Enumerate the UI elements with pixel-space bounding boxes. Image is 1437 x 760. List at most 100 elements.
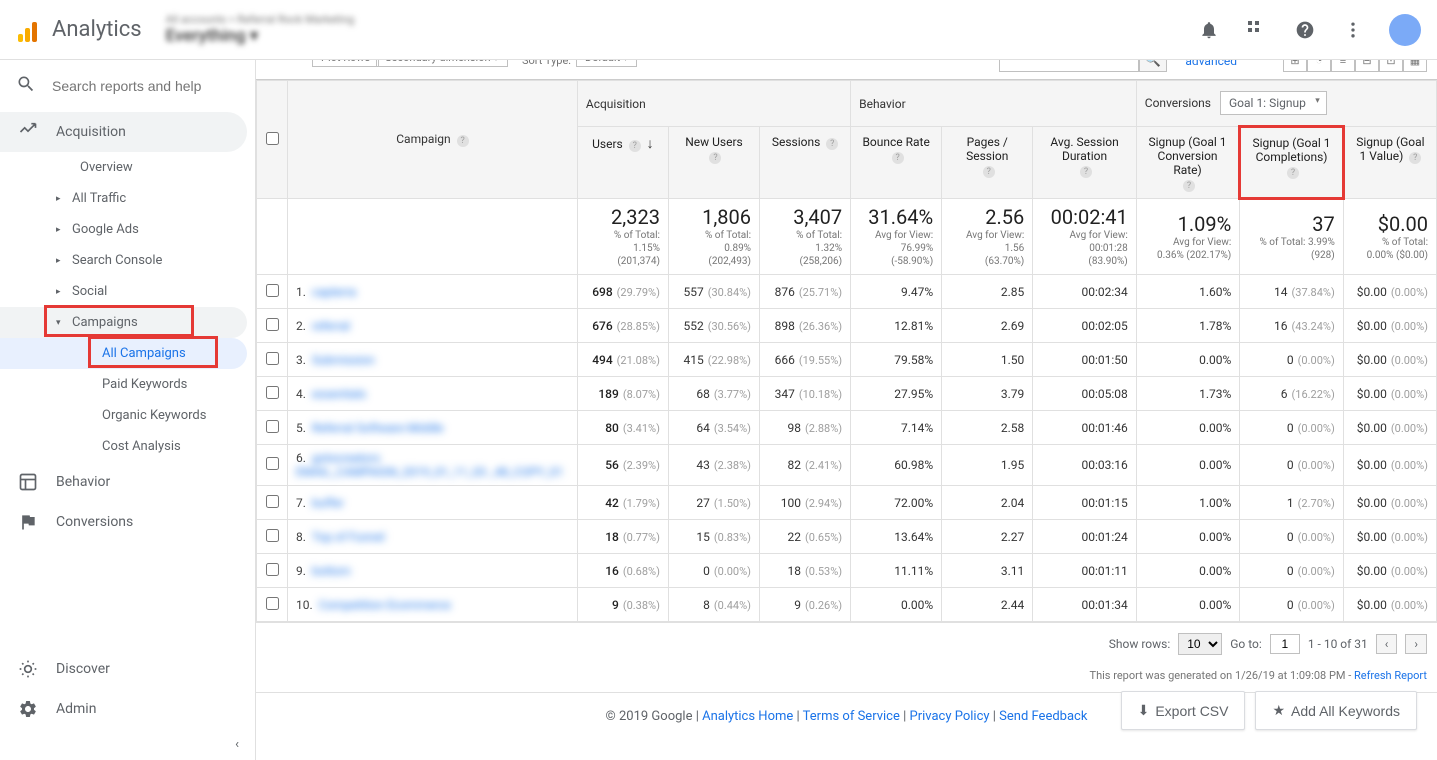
footer-analytics-home[interactable]: Analytics Home (702, 709, 793, 724)
campaign-name[interactable]: referral (312, 319, 350, 333)
table-row[interactable]: 6. gotocreators EMAIL_CAMPAIGN_2019_01_1… (257, 445, 1437, 486)
next-page-button[interactable]: › (1405, 634, 1427, 654)
totals-row: 2,323% of Total:1.15%(201,374) 1,806% of… (257, 199, 1437, 275)
table-row[interactable]: 8. Top of Funnel 18(0.77%) 15(0.83%) 22(… (257, 520, 1437, 554)
nav-search-console[interactable]: Search Console (0, 245, 255, 276)
campaign-name[interactable]: capterra (312, 285, 356, 299)
row-checkbox[interactable] (266, 457, 279, 470)
campaign-name[interactable]: Referral Software Middle (312, 421, 444, 435)
view-comparison-icon[interactable]: ⊟ (1355, 60, 1379, 72)
search-icon (16, 74, 36, 98)
col-avg-duration[interactable]: Avg. Session Duration? (1033, 127, 1137, 199)
nav-paid-keywords[interactable]: Paid Keywords (0, 369, 255, 400)
table-search[interactable]: 🔍 (999, 60, 1167, 72)
sidebar: Acquisition Overview All Traffic Google … (0, 60, 256, 760)
view-percentage-icon[interactable]: ◔ (1307, 60, 1331, 72)
campaign-name[interactable]: bottom (312, 564, 351, 578)
row-checkbox[interactable] (266, 495, 279, 508)
rows-select[interactable]: 10 (1178, 633, 1222, 655)
conversions-icon (16, 512, 40, 532)
table-row[interactable]: 5. Referral Software Middle 80(3.41%) 64… (257, 411, 1437, 445)
nav-admin[interactable]: Admin (0, 689, 255, 729)
apps-icon[interactable] (1245, 18, 1269, 42)
analytics-logo-icon (16, 18, 40, 42)
report-content: Plot Rows Secondary dimension ▾ Sort Typ… (256, 60, 1437, 760)
user-avatar[interactable] (1389, 14, 1421, 46)
col-bounce-rate[interactable]: Bounce Rate? (851, 127, 942, 199)
plot-rows-button[interactable]: Plot Rows (312, 60, 379, 67)
col-conv-rate[interactable]: Signup (Goal 1 Conversion Rate)? (1136, 127, 1240, 199)
footer-privacy[interactable]: Privacy Policy (910, 709, 990, 724)
nav-discover[interactable]: Discover (0, 649, 255, 689)
campaign-name[interactable]: Top of Funnel (312, 530, 385, 544)
campaign-name[interactable]: buffer (312, 496, 344, 510)
nav-conversions[interactable]: Conversions (0, 502, 255, 542)
search-input[interactable] (52, 78, 239, 94)
footer-tos[interactable]: Terms of Service (803, 709, 900, 724)
campaign-name[interactable]: Competition Ecommerce (319, 598, 451, 612)
table-row[interactable]: 4. essentials 189(8.07%) 68(3.77%) 347(1… (257, 377, 1437, 411)
nav-campaigns[interactable]: Campaigns (0, 307, 247, 338)
export-csv-button[interactable]: ⬇Export CSV (1121, 691, 1246, 730)
col-pages-session[interactable]: Pages / Session? (942, 127, 1033, 199)
footer-feedback[interactable]: Send Feedback (999, 709, 1087, 724)
nav-all-campaigns[interactable]: All Campaigns (0, 338, 247, 369)
table-row[interactable]: 7. buffer 42(1.79%) 27(1.50%) 100(2.94%)… (257, 486, 1437, 520)
table-row[interactable]: 9. bottom 16(0.68%) 0(0.00%) 18(0.53%) 1… (257, 554, 1437, 588)
nav-google-ads[interactable]: Google Ads (0, 214, 255, 245)
goal-selector[interactable]: Goal 1: Signup (1220, 91, 1327, 115)
sort-type-button[interactable]: Default ▾ (576, 60, 637, 67)
nav-all-traffic[interactable]: All Traffic (0, 183, 255, 214)
col-sessions[interactable]: Sessions ? (760, 127, 851, 199)
behavior-group: Behavior (851, 81, 1137, 127)
table-row[interactable]: 3. Submission 494(21.08%) 415(22.98%) 66… (257, 343, 1437, 377)
nav-social[interactable]: Social (0, 276, 255, 307)
campaign-name[interactable]: Submission (312, 353, 375, 367)
campaign-name[interactable]: essentials (312, 387, 366, 401)
conversions-group: Conversions Goal 1: Signup (1136, 81, 1436, 127)
nav-organic-keywords[interactable]: Organic Keywords (0, 400, 255, 431)
notifications-icon[interactable] (1197, 18, 1221, 42)
collapse-sidebar-icon[interactable]: ‹ (0, 729, 255, 760)
row-checkbox[interactable] (266, 386, 279, 399)
view-performance-icon[interactable]: ≡ (1331, 60, 1355, 72)
goto-input[interactable] (1270, 634, 1300, 654)
prev-page-button[interactable]: ‹ (1376, 634, 1398, 654)
discover-icon (16, 659, 40, 679)
account-selector[interactable]: All accounts > Referral Rock Marketing E… (166, 13, 355, 46)
advanced-link[interactable]: advanced (1185, 60, 1237, 68)
row-checkbox[interactable] (266, 318, 279, 331)
table-row[interactable]: 2. referral 676(28.85%) 552(30.56%) 898(… (257, 309, 1437, 343)
campaign-name[interactable]: gotocreators EMAIL_CAMPAIGN_2019_01_11_0… (296, 451, 563, 479)
top-bar: Analytics All accounts > Referral Rock M… (0, 0, 1437, 60)
col-users[interactable]: Users ? ↓ (577, 127, 668, 199)
view-pivot-icon[interactable]: ⊡ (1379, 60, 1403, 72)
col-new-users[interactable]: New Users? (668, 127, 759, 199)
table-row[interactable]: 1. capterra 698(29.79%) 557(30.84%) 876(… (257, 275, 1437, 309)
col-completions[interactable]: Signup (Goal 1 Completions)? (1240, 127, 1344, 199)
row-checkbox[interactable] (266, 597, 279, 610)
select-all-checkbox[interactable] (257, 81, 288, 199)
more-icon[interactable] (1341, 18, 1365, 42)
row-checkbox[interactable] (266, 352, 279, 365)
table-row[interactable]: 10. Competition Ecommerce 9(0.38%) 8(0.4… (257, 588, 1437, 622)
page-range: 1 - 10 of 31 (1308, 637, 1368, 651)
row-checkbox[interactable] (266, 563, 279, 576)
add-all-keywords-button[interactable]: ★Add All Keywords (1255, 691, 1417, 730)
pagination-bar: Show rows: 10 Go to: 1 - 10 of 31 ‹ › (256, 622, 1437, 665)
nav-acquisition[interactable]: Acquisition (0, 112, 247, 152)
row-checkbox[interactable] (266, 420, 279, 433)
row-checkbox[interactable] (266, 284, 279, 297)
secondary-dimension-button[interactable]: Secondary dimension ▾ (376, 60, 508, 67)
view-data-icon[interactable]: ⊞ (1283, 60, 1307, 72)
admin-icon (16, 699, 40, 719)
refresh-report-link[interactable]: Refresh Report (1354, 669, 1427, 682)
campaign-header[interactable]: Campaign ? (288, 81, 578, 199)
nav-behavior[interactable]: Behavior (0, 462, 255, 502)
nav-overview[interactable]: Overview (0, 152, 255, 183)
col-value[interactable]: Signup (Goal 1 Value) ? (1343, 127, 1436, 199)
nav-cost-analysis[interactable]: Cost Analysis (0, 431, 255, 462)
view-cloud-icon[interactable]: ▦ (1403, 60, 1427, 72)
help-icon[interactable] (1293, 18, 1317, 42)
row-checkbox[interactable] (266, 529, 279, 542)
